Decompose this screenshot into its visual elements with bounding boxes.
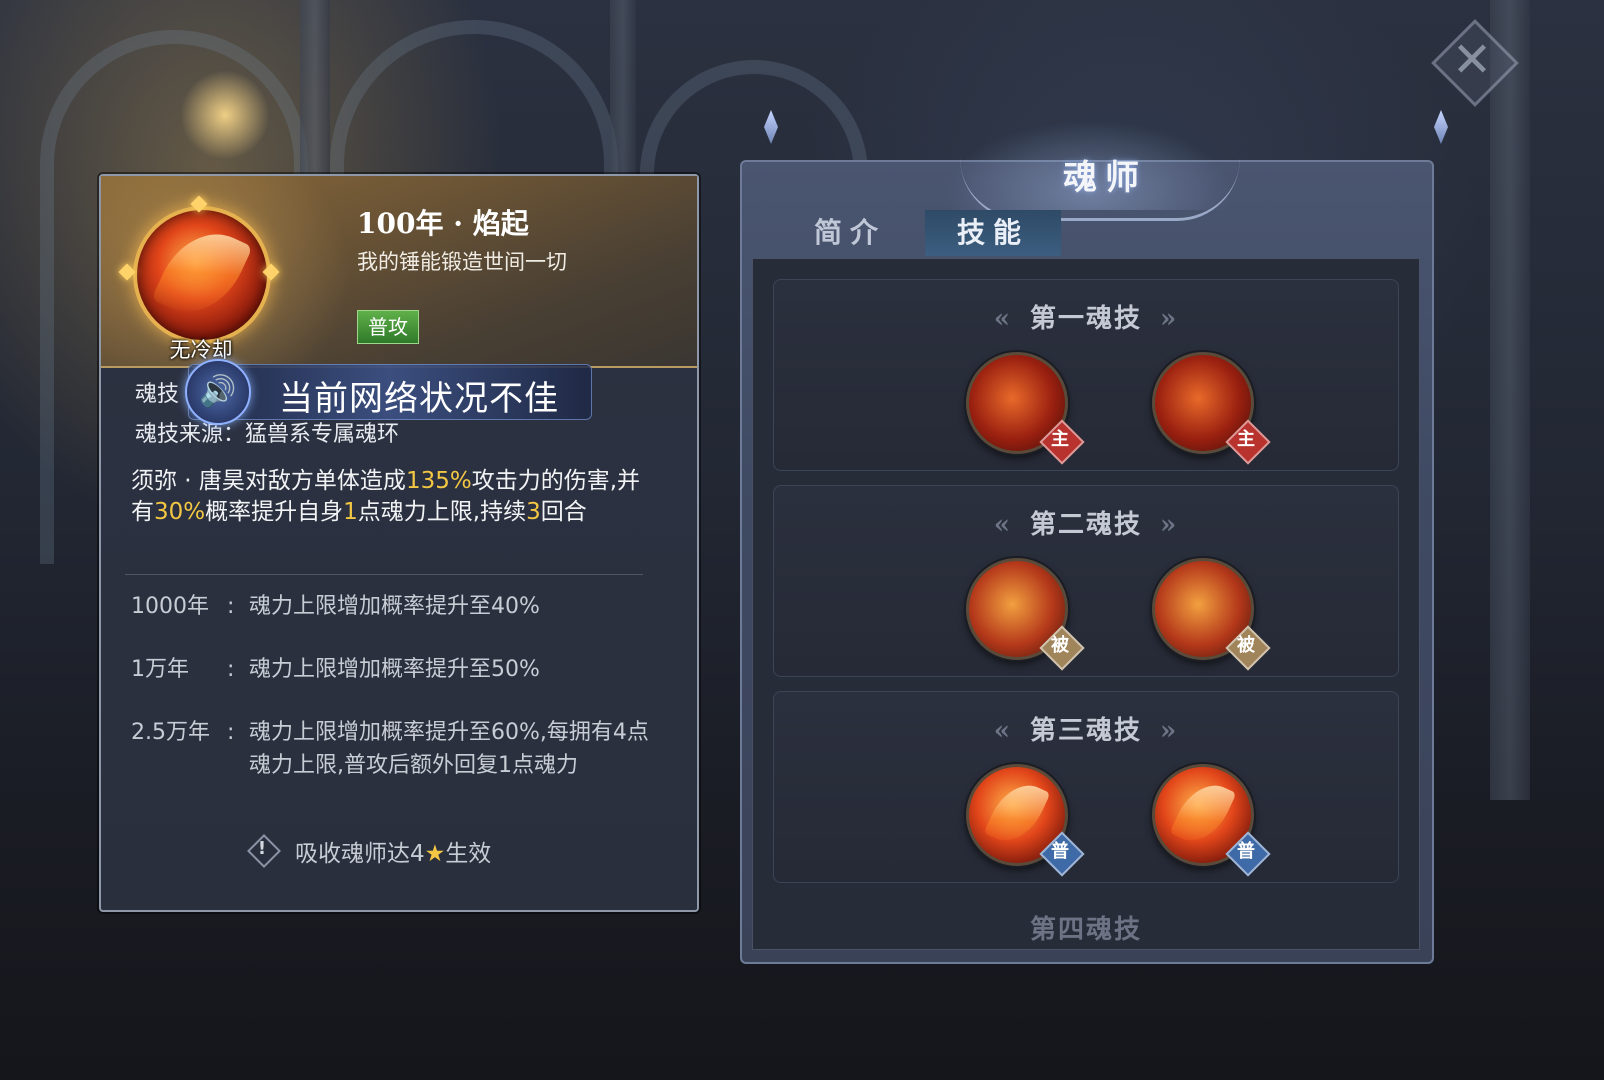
normal-badge: 普 <box>1039 831 1085 877</box>
badge-text: 普 <box>1051 841 1069 862</box>
skill-description: 须弥 · 唐昊对敌方单体造成135%攻击力的伤害,并有30%概率提升自身1点魂力… <box>131 466 651 528</box>
skill-title: 100年 · 焰起 <box>357 207 529 240</box>
warning-icon: ! <box>247 834 281 868</box>
skill-icon[interactable]: 被 <box>1152 558 1271 671</box>
desc-value: 1 <box>343 499 358 525</box>
source-label: 魂技来源： <box>135 422 246 447</box>
skill-section-3: 第三魂技 普 普 <box>773 691 1399 883</box>
badge-text: 被 <box>1237 635 1255 656</box>
skills-list[interactable]: 第一魂技 主 主 第二魂技 被 被 第三魂技 普 普 第四魂技 <box>752 258 1420 950</box>
level-colon: : <box>227 720 235 745</box>
passive-badge: 被 <box>1225 625 1271 671</box>
desc-value: 3 <box>526 499 541 525</box>
skill-section-1: 第一魂技 主 主 <box>773 279 1399 471</box>
desc-text: 回合 <box>540 499 587 525</box>
close-icon: ✕ <box>1451 32 1493 88</box>
condition-suffix: 生效 <box>445 841 492 867</box>
desc-text: 点魂力上限,持续 <box>357 499 527 525</box>
level-effect: 魂力上限增加概率提升至50% <box>249 657 540 682</box>
soul-skill-label: 魂技 <box>135 382 180 407</box>
level-colon: : <box>227 594 235 619</box>
passive-badge: 被 <box>1039 625 1085 671</box>
skill-source: 魂技来源：猛兽系专属魂环 <box>135 416 399 448</box>
level-label: 2.5万年 <box>131 720 210 745</box>
skill-icon[interactable]: 被 <box>966 558 1085 671</box>
star-icon: ★ <box>424 841 446 867</box>
badge-text: 主 <box>1051 429 1069 450</box>
normal-attack-tag: 普攻 <box>357 310 419 344</box>
skill-icon[interactable]: 主 <box>966 352 1085 465</box>
desc-text: 须弥 · 唐昊对敌方单体造成 <box>131 468 406 494</box>
panel-title: 魂师 <box>1063 158 1147 198</box>
normal-badge: 普 <box>1225 831 1271 877</box>
activation-condition: 吸收魂师达4★生效 <box>295 834 491 868</box>
badge-text: 普 <box>1237 841 1255 862</box>
light-sparkle <box>180 70 270 160</box>
level-effect: 魂力上限增加概率提升至40% <box>249 594 540 619</box>
skill-subtitle: 我的锤能锻造世间一切 <box>357 250 567 274</box>
active-badge: 主 <box>1039 419 1085 465</box>
network-warning-text: 当前网络状况不佳 <box>279 379 559 419</box>
skill-section-2: 第二魂技 被 被 <box>773 485 1399 677</box>
section-title: 第二魂技 <box>774 504 1398 541</box>
level-effect: 魂力上限增加概率提升至60%,每拥有4点魂力上限,普攻后额外回复1点魂力 <box>249 720 649 778</box>
desc-value: 135% <box>405 468 472 494</box>
desc-text: 概率提升自身 <box>205 499 344 525</box>
skill-icon[interactable]: 普 <box>1152 764 1271 877</box>
tab-intro[interactable]: 简介 <box>790 210 910 256</box>
condition-text: 吸收魂师达4 <box>295 841 425 867</box>
close-button[interactable]: ✕ <box>1431 19 1519 107</box>
badge-text: 被 <box>1051 635 1069 656</box>
active-badge: 主 <box>1225 419 1271 465</box>
skill-flame-icon <box>133 206 271 344</box>
source-value: 猛兽系专属魂环 <box>245 422 400 447</box>
level-label: 1000年 <box>131 594 209 619</box>
level-colon: : <box>227 657 235 682</box>
section-title-partial: 第四魂技 <box>1029 915 1142 945</box>
divider <box>125 574 643 575</box>
badge-text: 主 <box>1237 429 1255 450</box>
level-label: 1万年 <box>131 657 189 682</box>
tab-skills[interactable]: 技能 <box>925 210 1061 256</box>
skill-header: 无冷却 100年 · 焰起 我的锤能锻造世间一切 普攻 <box>101 176 697 368</box>
background-pillar <box>1490 0 1530 800</box>
speaker-icon: 🔊 <box>185 359 251 425</box>
cooldown-label: 无冷却 <box>169 338 233 362</box>
network-toast: 🔊 当前网络状况不佳 <box>185 359 592 425</box>
desc-value: 30% <box>154 499 206 525</box>
section-title: 第一魂技 <box>774 298 1398 335</box>
skill-icon[interactable]: 普 <box>966 764 1085 877</box>
skill-tooltip: 无冷却 100年 · 焰起 我的锤能锻造世间一切 普攻 魂技 魂技来源：猛兽系专… <box>99 174 699 912</box>
skill-icon[interactable]: 主 <box>1152 352 1271 465</box>
section-title: 第三魂技 <box>774 710 1398 747</box>
